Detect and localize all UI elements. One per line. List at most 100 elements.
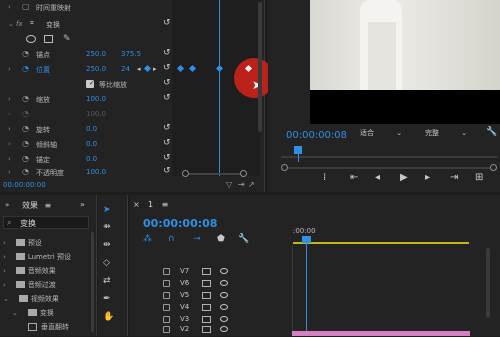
expand-panels-icon[interactable]: » — [80, 200, 85, 209]
quality-dropdown[interactable]: 完整 ⌄ — [425, 128, 467, 140]
position-x-value[interactable]: 250.0 — [86, 65, 106, 73]
lock-icon[interactable] — [163, 280, 170, 287]
video-clip[interactable] — [292, 331, 470, 336]
step-forward-icon[interactable]: ▸ — [425, 172, 430, 183]
opacity-value[interactable]: 100.0 — [86, 168, 106, 176]
ellipse-mask-icon[interactable] — [26, 35, 36, 43]
add-keyframe-icon[interactable] — [143, 64, 152, 73]
eye-icon[interactable] — [220, 326, 228, 332]
program-video-frame[interactable] — [310, 0, 500, 124]
track-header-v6[interactable]: V6 — [160, 279, 292, 291]
anchor-x-value[interactable]: 250.0 — [86, 50, 106, 58]
ripple-edit-tool-icon[interactable]: ⇹ — [103, 240, 111, 250]
rotation-expand-icon[interactable]: › — [8, 125, 11, 133]
effects-tab[interactable]: 效果 ≡ — [22, 200, 51, 211]
nest-icon[interactable]: ⁂ — [143, 234, 152, 244]
opacity-stopwatch-icon[interactable]: ◔ — [22, 167, 29, 176]
rotation-stopwatch-icon[interactable]: ◔ — [22, 124, 29, 133]
timeline-playhead[interactable] — [306, 236, 307, 336]
effects-item-vertical-flip[interactable]: 垂直翻转 — [28, 322, 69, 335]
effects-item-audio-transitions[interactable]: › 音频过渡 — [3, 280, 56, 293]
track-header-v2[interactable]: V2 — [160, 325, 292, 337]
export-icon[interactable]: ↗ — [248, 180, 255, 189]
zoom-bar[interactable] — [189, 173, 241, 175]
skew-axis-expand-icon[interactable]: › — [8, 140, 11, 148]
transform-reset-icon[interactable]: ↺ — [163, 18, 171, 28]
anchor-stopwatch-icon[interactable]: ◔ — [22, 49, 29, 58]
effect-controls-timecode[interactable]: 00:00:00:00 — [3, 181, 46, 189]
eye-icon[interactable] — [220, 292, 228, 298]
scale-expand-icon[interactable]: › — [8, 95, 11, 103]
opacity-reset-icon[interactable]: ↺ — [163, 166, 171, 176]
filter-icon[interactable]: ▽ — [226, 180, 232, 189]
track-header-v7[interactable]: V7 — [160, 267, 292, 279]
snap-icon[interactable]: ∩ — [168, 234, 175, 244]
prev-keyframe-icon[interactable]: ◂ — [137, 65, 141, 73]
uniform-scale-reset-icon[interactable]: ↺ — [163, 78, 171, 88]
collapse-arrow-icon[interactable]: ⌄ — [8, 20, 14, 28]
track-select-tool-icon[interactable]: ⇻ — [103, 222, 111, 232]
program-zoom-right[interactable] — [490, 164, 497, 171]
anchor-reset-icon[interactable]: ↺ — [163, 48, 171, 58]
skew-axis-stopwatch-icon[interactable]: ◔ — [22, 139, 29, 148]
fx-badge-icon[interactable]: fx — [16, 20, 23, 28]
timeline-timecode[interactable]: 00:00:00:08 — [143, 217, 217, 230]
position-expand-icon[interactable]: › — [8, 65, 11, 73]
rectangle-mask-icon[interactable] — [44, 35, 53, 43]
anchor2-expand-icon[interactable]: › — [8, 155, 11, 163]
position-reset-icon[interactable]: ↺ — [163, 63, 171, 73]
lock-icon[interactable] — [163, 316, 170, 323]
go-to-in-icon[interactable]: ⇤ — [350, 172, 358, 183]
effects-item-presets[interactable]: › 预设 — [3, 238, 42, 251]
play-icon[interactable]: ▶ — [400, 172, 408, 183]
scale-width-expand-icon[interactable]: › — [8, 110, 11, 118]
sequence-tab[interactable]: 1 ≡ — [148, 200, 168, 209]
sync-lock-icon[interactable] — [202, 280, 211, 287]
insert-icon[interactable]: ⊞ — [475, 172, 483, 183]
position-stopwatch-icon[interactable]: ◔ — [22, 64, 29, 73]
work-area-bar[interactable] — [293, 242, 469, 244]
skew-axis-value[interactable]: 0.0 — [86, 140, 97, 148]
lock-icon[interactable] — [163, 292, 170, 299]
sync-lock-icon[interactable] — [202, 292, 211, 299]
hand-tool-icon[interactable]: ✋ — [103, 312, 114, 322]
sync-lock-icon[interactable] — [202, 304, 211, 311]
export-frame-icon[interactable]: ⇥ — [238, 180, 245, 189]
time-remap-row[interactable]: › ▢ 时间重映射 — [0, 0, 262, 15]
mark-in-icon[interactable]: ⁞ — [323, 172, 326, 183]
effects-scrollbar[interactable] — [91, 232, 94, 332]
slip-tool-icon[interactable]: ⇄ — [103, 276, 111, 286]
timeline-settings-icon[interactable]: 🔧 — [238, 234, 249, 244]
anchor2-reset-icon[interactable]: ↺ — [163, 153, 171, 163]
scale-value[interactable]: 100.0 — [86, 95, 106, 103]
effect-controls-scrollbar[interactable] — [258, 2, 262, 132]
tab-menu-icon[interactable]: ≡ — [45, 201, 52, 210]
eye-icon[interactable] — [220, 316, 228, 322]
track-header-v5[interactable]: V5 — [160, 291, 292, 303]
scale-reset-icon[interactable]: ↺ — [163, 93, 171, 103]
selection-tool-icon[interactable]: ➤ — [103, 205, 111, 215]
program-zoom-left[interactable] — [281, 164, 288, 171]
anchor2-value[interactable]: 0.0 — [86, 155, 97, 163]
linked-selection-icon[interactable]: ⊸ — [193, 234, 201, 244]
effects-item-lumetri-presets[interactable]: › Lumetri 预设 — [3, 252, 71, 265]
add-marker-icon[interactable]: ⬟ — [217, 234, 225, 244]
track-header-v4[interactable]: V4 — [160, 303, 292, 315]
settings-wrench-icon[interactable]: 🔧 — [486, 127, 497, 137]
sync-lock-icon[interactable] — [202, 268, 211, 275]
razor-tool-icon[interactable]: ◇ — [103, 258, 110, 268]
lock-icon[interactable] — [163, 304, 170, 311]
scale-stopwatch-icon[interactable]: ◔ — [22, 94, 29, 103]
tab-menu-icon[interactable]: ≡ — [162, 200, 169, 209]
pen-mask-icon[interactable]: ✎ — [63, 34, 71, 44]
lock-icon[interactable] — [163, 326, 170, 333]
rotation-reset-icon[interactable]: ↺ — [163, 123, 171, 133]
opacity-expand-icon[interactable]: › — [8, 168, 11, 176]
zoom-handle-right[interactable] — [240, 170, 247, 177]
anchor2-stopwatch-icon[interactable]: ◔ — [22, 154, 29, 163]
program-timecode[interactable]: 00:00:00:08 — [286, 130, 347, 141]
anchor-y-value[interactable]: 375.5 — [121, 50, 141, 58]
pen-tool-icon[interactable]: ✒ — [103, 294, 111, 304]
go-to-out-icon[interactable]: ⇥ — [450, 172, 458, 183]
step-back-icon[interactable]: ◂ — [375, 172, 380, 183]
